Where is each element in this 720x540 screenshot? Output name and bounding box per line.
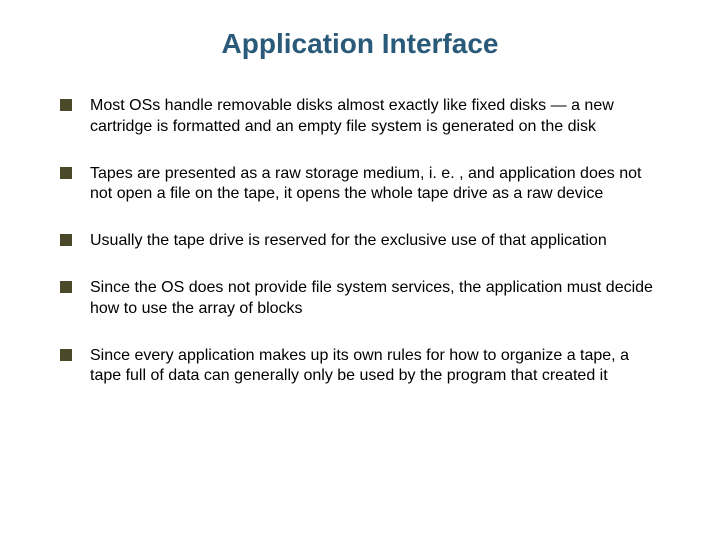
bullet-list: Most OSs handle removable disks almost e… <box>60 96 660 387</box>
slide: Application Interface Most OSs handle re… <box>0 0 720 540</box>
list-item: Usually the tape drive is reserved for t… <box>60 231 660 252</box>
list-item: Tapes are presented as a raw storage med… <box>60 164 660 206</box>
list-item: Since every application makes up its own… <box>60 346 660 388</box>
list-item: Since the OS does not provide file syste… <box>60 278 660 320</box>
slide-title: Application Interface <box>60 28 660 60</box>
list-item: Most OSs handle removable disks almost e… <box>60 96 660 138</box>
